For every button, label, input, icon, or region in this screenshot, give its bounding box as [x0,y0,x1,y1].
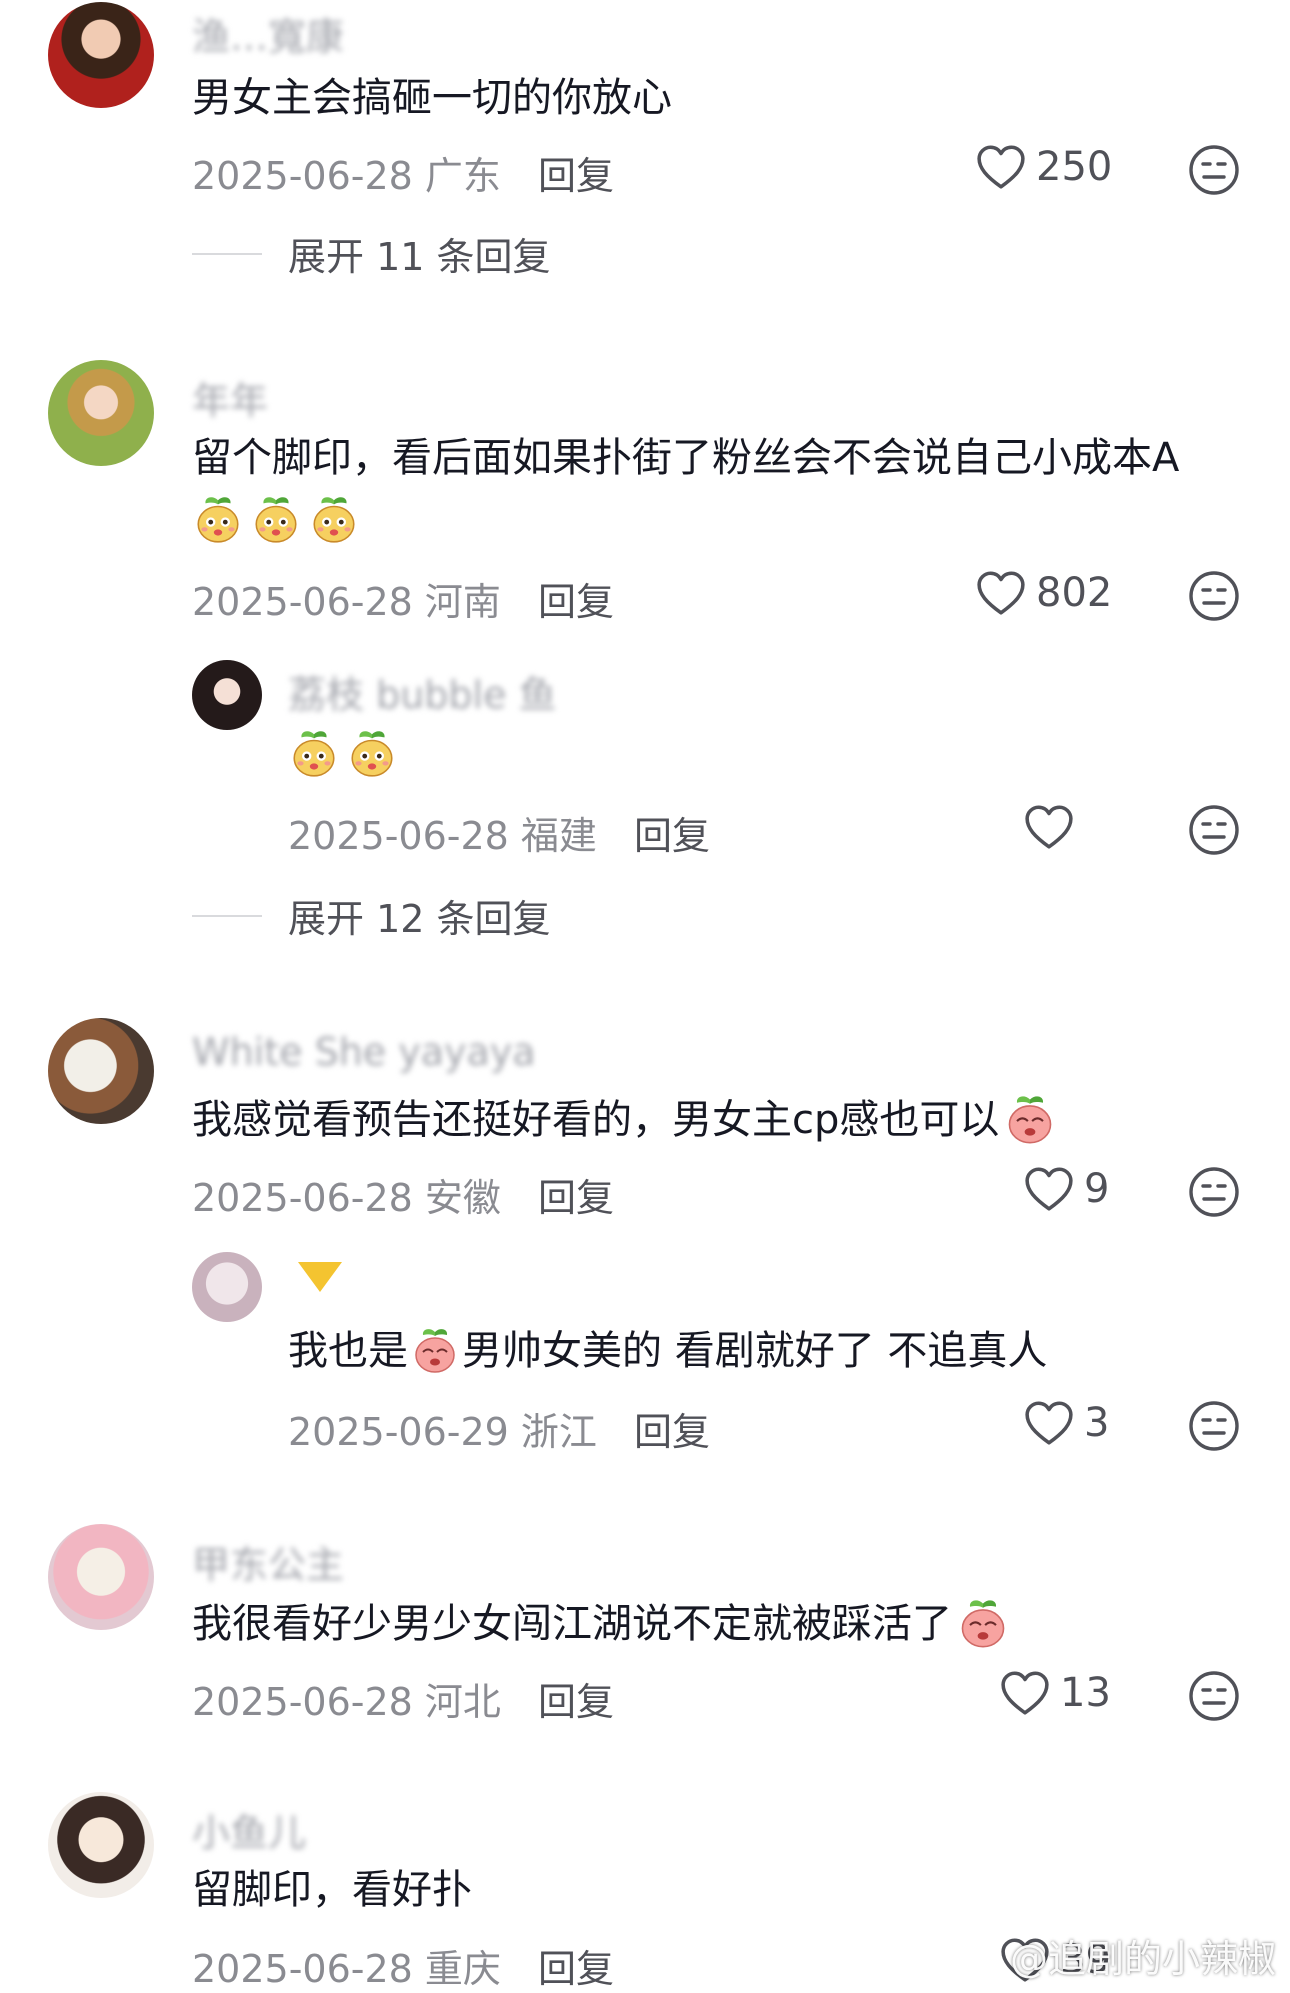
comment-text-content: 我很看好少男少女闯江湖说不定就被踩活了 [192,1601,952,1647]
peach-face-sticker [250,494,302,546]
like-button[interactable] [1024,804,1074,850]
heart-outline-icon [1024,1400,1074,1446]
comment-date-location: 2025-06-28 福建 [288,814,597,858]
like-button[interactable]: 13 [1000,1670,1111,1716]
like-count: 802 [1036,570,1113,616]
avatar[interactable] [48,2,154,108]
username[interactable]: 小鱼儿 [192,1802,306,1857]
comment-text-part: 我也是 [288,1328,408,1374]
comment-date-location: 2025-06-28 安徽 [192,1176,501,1220]
reply-button[interactable]: 回复 [634,1401,710,1456]
like-button[interactable]: 9 [1024,1166,1109,1212]
like-count: 9 [1084,1166,1110,1212]
username[interactable]: 荔枝 bubble 鱼 [288,664,557,719]
comment-date-location: 2025-06-28 广东 [192,154,501,198]
username[interactable]: White She yayaya [192,1030,536,1074]
comment-text-content: 我感觉看预告还挺好看的，男女主cp感也可以 [192,1097,1000,1143]
expand-replies-button[interactable]: 展开 12 条回复 [192,888,551,943]
avatar[interactable] [192,660,262,730]
sticker-row [288,728,398,780]
neutral-face-icon[interactable] [1188,1166,1240,1218]
peach-face-sticker [346,728,398,780]
neutral-face-icon[interactable] [1188,1670,1240,1722]
avatar[interactable] [48,1792,154,1898]
reply-button[interactable]: 回复 [538,145,614,200]
expand-replies-label: 展开 12 条回复 [288,897,551,941]
like-button[interactable]: 3 [1024,1400,1109,1446]
heart-outline-icon [976,144,1026,190]
avatar[interactable] [192,1252,262,1322]
neutral-face-icon[interactable] [1188,144,1240,196]
comment-text: 我也是 男帅女美的 看剧就好了 不追真人 [288,1326,1047,1376]
reply-button[interactable]: 回复 [634,805,710,860]
comment-text: 我很看好少男少女闯江湖说不定就被踩活了 [192,1597,1010,1651]
expand-replies-label: 展开 11 条回复 [288,235,551,279]
username[interactable]: 年年 [192,370,268,425]
neutral-face-icon[interactable] [1188,804,1240,856]
heart-eyes-sticker [1003,1093,1057,1147]
username[interactable]: 渔…寬康 [192,6,344,61]
heart-outline-icon [1000,1670,1050,1716]
comment-text: 男女主会搞砸一切的你放心 [192,75,672,121]
avatar[interactable] [48,1524,154,1630]
divider [192,914,262,917]
comment-date-location: 2025-06-28 河北 [192,1680,501,1724]
like-count: 250 [1036,144,1113,190]
neutral-face-icon[interactable] [1188,1400,1240,1452]
username[interactable]: 甲东公主 [192,1534,344,1589]
peach-face-sticker [288,728,340,780]
peach-face-sticker [308,494,360,546]
comment-text: 我感觉看预告还挺好看的，男女主cp感也可以 [192,1093,1057,1147]
comment-date-location: 2025-06-29 浙江 [288,1410,597,1454]
expand-replies-button[interactable]: 展开 11 条回复 [192,226,551,281]
heart-outline-icon [976,570,1026,616]
heart-outline-icon [1024,804,1074,850]
comment-text: 留脚印，看好扑 [192,1867,472,1913]
peach-face-sticker [410,1326,460,1376]
reply-button[interactable]: 回复 [538,1671,614,1726]
divider [192,252,262,255]
avatar[interactable] [48,360,154,466]
neutral-face-icon[interactable] [1188,570,1240,622]
like-button[interactable]: 250 [976,144,1112,190]
reply-button[interactable]: 回复 [538,1167,614,1222]
like-count: 13 [1060,1670,1111,1716]
comment-text-part: 男帅女美的 看剧就好了 不追真人 [462,1328,1048,1374]
peach-face-sticker [192,494,244,546]
avatar[interactable] [48,1018,154,1124]
comment-text: 留个脚印，看后面如果扑街了粉丝会不会说自己小成本A [192,435,1180,481]
peach-face-sticker [956,1597,1010,1651]
like-button[interactable]: 802 [976,570,1112,616]
reply-button[interactable]: 回复 [538,571,614,626]
heart-badge-icon [292,1254,348,1298]
comment-date-location: 2025-06-28 河南 [192,580,501,624]
heart-outline-icon [1024,1166,1074,1212]
like-count: 3 [1084,1400,1110,1446]
watermark: @追剧的小辣椒 [1009,1937,1276,1981]
sticker-row [192,494,360,546]
